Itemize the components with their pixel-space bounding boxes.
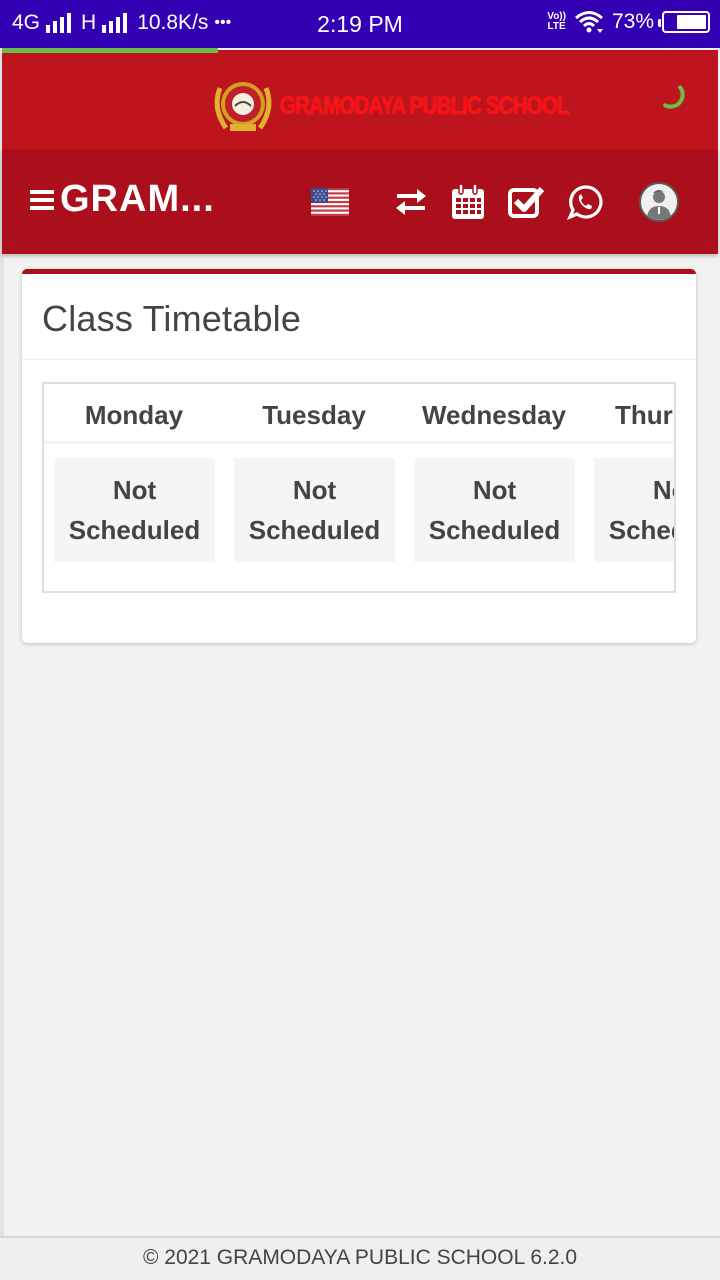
card-divider <box>22 359 696 360</box>
card-title: Class Timetable <box>42 298 302 339</box>
calendar-icon <box>452 183 484 219</box>
user-avatar[interactable] <box>639 182 679 222</box>
switch-icon <box>396 189 426 215</box>
slot-status: Not Scheduled <box>248 475 381 545</box>
slot-status: Not Scheduled <box>608 475 674 545</box>
day-header: Monday <box>84 400 184 430</box>
wifi-icon <box>575 11 603 33</box>
slot-status: Not Scheduled <box>428 475 561 545</box>
school-logo[interactable]: GRAMODAYA PUBLIC SCHOOL <box>212 78 632 134</box>
day-header: Tuesday <box>262 400 366 430</box>
loading-spinner-icon <box>663 85 685 109</box>
switch-button[interactable] <box>391 182 431 222</box>
calendar-button[interactable] <box>448 182 488 222</box>
timetable-slot: Not Scheduled <box>414 458 575 562</box>
brand-header: GRAMODAYA PUBLIC SCHOOL <box>2 50 718 150</box>
timetable-slot: Not Scheduled <box>234 458 395 562</box>
school-emblem-icon <box>214 82 272 131</box>
user-icon <box>647 190 671 220</box>
school-name: GRAMODAYA PUBLIC SCHOOL <box>280 91 569 120</box>
footer-copyright: © 2021 GRAMODAYA PUBLIC SCHOOL 6.2.0 <box>142 1246 578 1269</box>
volte-icon: Vo)) LTE <box>547 12 566 32</box>
whatsapp-button[interactable] <box>565 182 605 222</box>
day-header: Wednesday <box>421 400 566 430</box>
status-bar: 4G H 10.8K/s ••• 2:19 PM Vo)) LTE 73% <box>0 0 720 48</box>
battery-fill <box>676 15 706 29</box>
timetable-header-row: Monday Tuesday Wednesday Thursday <box>44 384 674 444</box>
day-header: Thursday <box>615 400 674 430</box>
footer: © 2021 GRAMODAYA PUBLIC SCHOOL 6.2.0 <box>0 1236 720 1280</box>
us-flag-icon <box>311 188 349 216</box>
timetable-table[interactable]: Monday Tuesday Wednesday Thursday Not Sc… <box>42 382 676 593</box>
page-loading-bar <box>2 48 218 53</box>
slot-status: Not Scheduled <box>68 475 201 545</box>
top-navbar: GRAM... <box>2 150 718 254</box>
menu-icon[interactable] <box>30 189 54 210</box>
menu-toggle[interactable]: GRAM... <box>30 178 215 221</box>
whatsapp-icon <box>567 185 603 220</box>
battery-icon <box>658 11 710 33</box>
timetable-slot: Not Scheduled <box>54 458 215 562</box>
battery-percent: 73% <box>611 10 654 33</box>
attendance-button[interactable] <box>506 182 546 222</box>
timetable-card: Class Timetable Monday Tuesday Wednesday… <box>22 269 696 643</box>
app-title: GRAM... <box>60 178 215 220</box>
timetable-slot: Not Scheduled <box>594 458 674 562</box>
language-button[interactable] <box>310 182 350 222</box>
lte-label: LTE <box>547 21 566 32</box>
checkbox-icon <box>508 186 545 218</box>
